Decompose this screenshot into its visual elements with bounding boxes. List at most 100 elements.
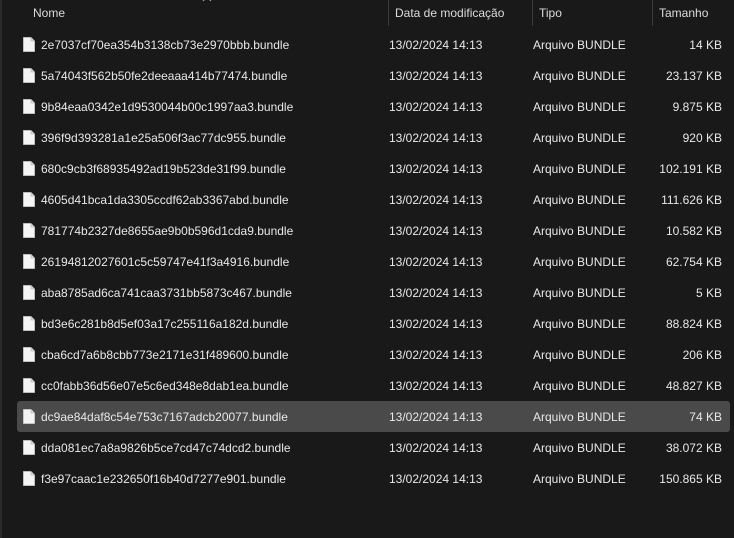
file-row[interactable]: cc0fabb36d56e07e5c6ed348e8dab1ea.bundle 1… <box>17 370 730 401</box>
file-name-cell: 4605d41bca1da3305ccdf62ab3367abd.bundle <box>17 192 389 207</box>
file-date: 13/02/2024 14:13 <box>389 440 483 455</box>
file-icon <box>23 223 35 238</box>
file-date: 13/02/2024 14:13 <box>389 316 483 331</box>
file-row[interactable]: 4605d41bca1da3305ccdf62ab3367abd.bundle 1… <box>17 184 730 215</box>
file-size: 10.582 KB <box>665 223 722 238</box>
file-size: 206 KB <box>682 347 722 362</box>
file-name: 680c9cb3f68935492ad19b523de31f99.bundle <box>41 161 286 176</box>
file-name: bd3e6c281b8d5ef03a17c255116a182d.bundle <box>41 316 289 331</box>
file-date: 13/02/2024 14:13 <box>389 409 483 424</box>
file-icon <box>23 440 35 455</box>
file-row[interactable]: f3e97caac1e232650f16b40d7277e901.bundle 1… <box>17 463 730 494</box>
file-name-cell: dc9ae84daf8c54e753c7167adcb20077.bundle <box>17 409 389 424</box>
chevron-up-icon <box>202 0 212 2</box>
file-row[interactable]: 26194812027601c5c59747e41f3a4916.bundle 1… <box>17 246 730 277</box>
file-date: 13/02/2024 14:13 <box>389 285 483 300</box>
file-date: 13/02/2024 14:13 <box>389 254 483 269</box>
file-name-cell: 9b84eaa0342e1d9530044b00c1997aa3.bundle <box>17 99 389 114</box>
file-icon <box>23 347 35 362</box>
file-icon <box>23 161 35 176</box>
file-type: Arquivo BUNDLE <box>533 254 626 269</box>
file-size: 102.191 KB <box>659 161 722 176</box>
column-header-date-label: Data de modificação <box>395 6 505 20</box>
file-name: 26194812027601c5c59747e41f3a4916.bundle <box>41 254 290 269</box>
file-name: 4605d41bca1da3305ccdf62ab3367abd.bundle <box>41 192 289 207</box>
file-name: cc0fabb36d56e07e5c6ed348e8dab1ea.bundle <box>41 378 289 393</box>
file-name-cell: cba6cd7a6b8cbb773e2171e31f489600.bundle <box>17 347 389 362</box>
file-icon <box>23 99 35 114</box>
file-name-cell: 2e7037cf70ea354b3138cb73e2970bbb.bundle <box>17 37 389 52</box>
file-type: Arquivo BUNDLE <box>533 378 626 393</box>
file-row[interactable]: 396f9d393281a1e25a506f3ac77dc955.bundle 1… <box>17 122 730 153</box>
file-row[interactable]: 680c9cb3f68935492ad19b523de31f99.bundle 1… <box>17 153 730 184</box>
file-row[interactable]: aba8785ad6ca741caa3731bb5873c467.bundle 1… <box>17 277 730 308</box>
file-type: Arquivo BUNDLE <box>533 471 626 486</box>
column-header-size-label: Tamanho <box>659 6 709 20</box>
file-size: 920 KB <box>682 130 722 145</box>
column-header-bar: Nome Data de modificação Tipo Tamanho <box>0 0 734 26</box>
file-size: 9.875 KB <box>672 99 722 114</box>
file-icon <box>23 378 35 393</box>
file-date: 13/02/2024 14:13 <box>389 471 483 486</box>
file-type: Arquivo BUNDLE <box>533 347 626 362</box>
file-type: Arquivo BUNDLE <box>533 161 626 176</box>
column-header-size[interactable]: Tamanho <box>653 0 734 26</box>
file-size: 48.827 KB <box>665 378 722 393</box>
file-name-cell: 781774b2327de8655ae9b0b596d1cda9.bundle <box>17 223 389 238</box>
file-row[interactable]: 2e7037cf70ea354b3138cb73e2970bbb.bundle 1… <box>17 29 730 60</box>
file-name-cell: bd3e6c281b8d5ef03a17c255116a182d.bundle <box>17 316 389 331</box>
file-date: 13/02/2024 14:13 <box>389 99 483 114</box>
column-header-type[interactable]: Tipo <box>533 0 653 26</box>
file-name: f3e97caac1e232650f16b40d7277e901.bundle <box>41 471 286 486</box>
file-date: 13/02/2024 14:13 <box>389 37 483 52</box>
file-row[interactable]: 781774b2327de8655ae9b0b596d1cda9.bundle 1… <box>17 215 730 246</box>
file-size: 150.865 KB <box>659 471 722 486</box>
file-date: 13/02/2024 14:13 <box>389 161 483 176</box>
file-type: Arquivo BUNDLE <box>533 37 626 52</box>
file-icon <box>23 68 35 83</box>
file-date: 13/02/2024 14:13 <box>389 130 483 145</box>
file-type: Arquivo BUNDLE <box>533 99 626 114</box>
file-name-cell: f3e97caac1e232650f16b40d7277e901.bundle <box>17 471 389 486</box>
file-icon <box>23 409 35 424</box>
file-date: 13/02/2024 14:13 <box>389 223 483 238</box>
file-row[interactable]: 5a74043f562b50fe2deeaaa414b77474.bundle 1… <box>17 60 730 91</box>
file-name: aba8785ad6ca741caa3731bb5873c467.bundle <box>41 285 292 300</box>
file-name-cell: 26194812027601c5c59747e41f3a4916.bundle <box>17 254 389 269</box>
file-name-cell: 5a74043f562b50fe2deeaaa414b77474.bundle <box>17 68 389 83</box>
file-size: 74 KB <box>689 409 722 424</box>
file-size: 23.137 KB <box>665 68 722 83</box>
file-explorer: Nome Data de modificação Tipo Tamanho 2e… <box>0 0 734 538</box>
file-row[interactable]: cba6cd7a6b8cbb773e2171e31f489600.bundle 1… <box>17 339 730 370</box>
file-date: 13/02/2024 14:13 <box>389 192 483 207</box>
file-date: 13/02/2024 14:13 <box>389 378 483 393</box>
file-size: 88.824 KB <box>665 316 722 331</box>
file-size: 111.626 KB <box>661 192 722 207</box>
column-header-date[interactable]: Data de modificação <box>389 0 533 26</box>
file-name: 396f9d393281a1e25a506f3ac77dc955.bundle <box>41 130 286 145</box>
file-list: 2e7037cf70ea354b3138cb73e2970bbb.bundle 1… <box>0 29 734 494</box>
file-date: 13/02/2024 14:13 <box>389 68 483 83</box>
file-row[interactable]: 9b84eaa0342e1d9530044b00c1997aa3.bundle 1… <box>17 91 730 122</box>
file-icon <box>23 37 35 52</box>
column-header-type-label: Tipo <box>539 6 562 20</box>
file-type: Arquivo BUNDLE <box>533 316 626 331</box>
file-row[interactable]: dda081ec7a8a9826b5ce7cd47c74dcd2.bundle 1… <box>17 432 730 463</box>
file-date: 13/02/2024 14:13 <box>389 347 483 362</box>
column-header-name[interactable]: Nome <box>0 0 389 26</box>
file-size: 62.754 KB <box>665 254 722 269</box>
file-name-cell: dda081ec7a8a9826b5ce7cd47c74dcd2.bundle <box>17 440 389 455</box>
file-size: 5 KB <box>695 285 722 300</box>
file-row[interactable]: bd3e6c281b8d5ef03a17c255116a182d.bundle 1… <box>17 308 730 339</box>
file-size: 14 KB <box>689 37 722 52</box>
file-name: 9b84eaa0342e1d9530044b00c1997aa3.bundle <box>41 99 294 114</box>
file-icon <box>23 192 35 207</box>
file-name-cell: 396f9d393281a1e25a506f3ac77dc955.bundle <box>17 130 389 145</box>
file-type: Arquivo BUNDLE <box>533 68 626 83</box>
file-type: Arquivo BUNDLE <box>533 130 626 145</box>
file-name: dc9ae84daf8c54e753c7167adcb20077.bundle <box>41 409 288 424</box>
file-row[interactable]: dc9ae84daf8c54e753c7167adcb20077.bundle 1… <box>17 401 730 432</box>
file-name: 2e7037cf70ea354b3138cb73e2970bbb.bundle <box>41 37 290 52</box>
file-name: 781774b2327de8655ae9b0b596d1cda9.bundle <box>41 223 294 238</box>
file-type: Arquivo BUNDLE <box>533 409 626 424</box>
